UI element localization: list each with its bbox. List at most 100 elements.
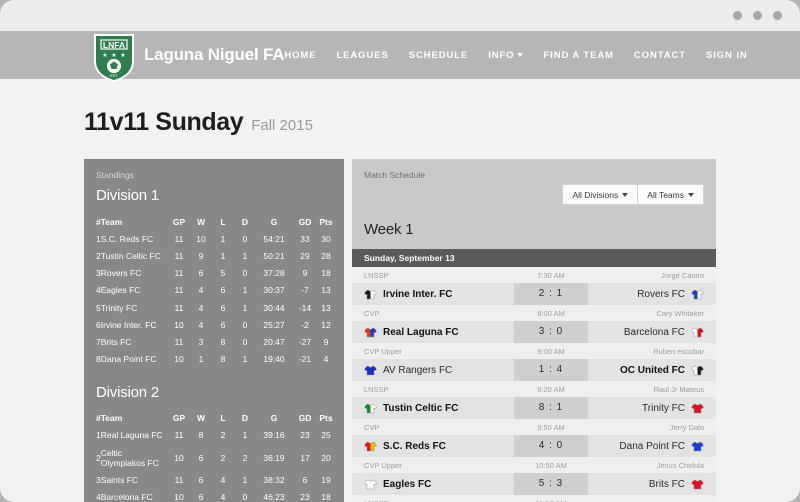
standings-col-header: #: [96, 216, 101, 227]
standings-table: # Team GP W L D G GD Pts 1 S.C. Reds FC 11 10 1 0 54:21…: [84, 213, 344, 368]
standings-col-header: L: [220, 413, 226, 424]
window-dot-2[interactable]: [753, 11, 762, 20]
table-row[interactable]: 4 Eagles FC 11 4 6 1 30:37 -7 13: [84, 282, 344, 299]
home-team[interactable]: Irvine Inter. FC: [364, 289, 514, 300]
table-cell: 1: [96, 233, 101, 244]
table-row[interactable]: 1 S.C. Reds FC 11 10 1 0 54:21 33 30: [84, 230, 344, 247]
table-row[interactable]: 3 Saints FC 11 6 4 1 38:32 6 19: [84, 471, 344, 488]
window-dot-1[interactable]: [733, 11, 742, 20]
table-row[interactable]: 3 Rovers FC 11 6 5 0 37:28 9 18: [84, 265, 344, 282]
table-cell: 5: [220, 268, 226, 279]
table-cell: 2: [220, 430, 226, 441]
home-jersey-icon: [364, 441, 377, 451]
svg-text:★: ★: [111, 52, 116, 59]
table-cell: 11: [174, 285, 184, 296]
nav-label: SIGN IN: [705, 49, 748, 61]
table-cell: Brits FC: [100, 336, 132, 347]
away-team[interactable]: Trinity FC: [588, 403, 704, 414]
away-jersey-icon: [691, 327, 704, 337]
standings-col-header: Pts: [319, 216, 333, 227]
table-cell: 4: [323, 354, 329, 365]
home-jersey-icon: [364, 365, 377, 375]
table-cell: 38:32: [263, 474, 285, 485]
table-cell: 0: [242, 336, 248, 347]
table-cell: 36:19: [263, 452, 285, 463]
standings-col-header: GD: [298, 216, 312, 227]
nav-item-sign-in[interactable]: SIGN IN: [706, 50, 748, 61]
match-row[interactable]: Real Laguna FC 3 : 0 Barcelona FC: [352, 321, 716, 343]
nav-item-home[interactable]: HOME: [284, 50, 316, 61]
table-cell: 23: [300, 430, 310, 441]
table-row[interactable]: 2 Tustin Celtic FC 11 9 1 1 50:21 29 28: [84, 247, 344, 264]
table-row[interactable]: 4 Barcelona FC 10 6 4 0 46:23 23 18: [84, 488, 344, 502]
table-cell: 3: [198, 336, 204, 347]
standings-col-header: GD: [298, 413, 312, 424]
table-cell: Eagles FC: [100, 285, 141, 296]
away-team[interactable]: Brits FC: [588, 479, 704, 490]
match-referee: Ruben escobar: [653, 346, 704, 356]
home-team[interactable]: S.C. Reds FC: [364, 441, 514, 452]
away-team[interactable]: Dana Point FC: [588, 441, 704, 452]
away-team[interactable]: OC United FC: [588, 365, 704, 376]
match-meta-row: LNSSP11:10 AM: [352, 495, 716, 502]
away-team[interactable]: Barcelona FC: [588, 327, 704, 338]
nav-item-schedule[interactable]: SCHEDULE: [409, 50, 468, 61]
standings-divisions: Division 1 # Team GP W L D G GD Pts 1 S.C. Reds FC 1…: [84, 187, 344, 502]
main-nav: HOME LEAGUES SCHEDULE INFO FIND A TEAM C…: [284, 50, 747, 61]
match-time: 9:50 AM: [537, 422, 565, 432]
schedule-panel-label: Match Schedule: [364, 170, 425, 180]
lnfa-shield-logo-icon[interactable]: LNFA ★ ★ ★ EST: [92, 31, 136, 83]
nav-item-leagues[interactable]: LEAGUES: [336, 50, 388, 61]
away-team[interactable]: Rovers FC: [588, 289, 704, 300]
match-row[interactable]: Eagles FC 5 : 3 Brits FC: [352, 473, 716, 495]
table-row[interactable]: 7 Brits FC 11 3 8 0 20:47 -27 9: [84, 333, 344, 350]
table-cell: 11: [174, 250, 184, 261]
table-cell: 4: [198, 302, 204, 313]
match-referee: Jesus Cholula: [656, 460, 704, 470]
page-viewport: LNFA ★ ★ ★ EST Laguna Niguel FA HOME LEA…: [0, 31, 800, 502]
match-venue: CVP: [364, 308, 380, 318]
table-cell: 20:47: [263, 336, 285, 347]
home-team[interactable]: Eagles FC: [364, 479, 514, 490]
match-row[interactable]: S.C. Reds FC 4 : 0 Dana Point FC: [352, 435, 716, 457]
filter-divisions-button[interactable]: All Divisions: [562, 184, 639, 205]
table-row[interactable]: 2 Celtic Olympiakos FC 10 6 2 2 36:19 17 20: [84, 444, 344, 471]
table-cell: 10: [174, 354, 184, 365]
match-row[interactable]: AV Rangers FC 1 : 4 OC United FC: [352, 359, 716, 381]
match-meta-row: CVP 8:00 AM Cary Whitaker: [352, 305, 716, 321]
table-cell: 1: [242, 285, 248, 296]
table-cell: 11: [174, 268, 184, 279]
table-row[interactable]: 1 Real Laguna FC 11 8 2 1 39:16 23 25: [84, 427, 344, 444]
standings-panel-label: Standings: [96, 170, 134, 180]
standings-col-header: G: [270, 413, 278, 424]
nav-item-info[interactable]: INFO: [488, 50, 524, 61]
table-cell: 54:21: [263, 233, 285, 244]
site-header: LNFA ★ ★ ★ EST Laguna Niguel FA HOME LEA…: [0, 31, 800, 82]
table-row[interactable]: 8 Dana Point FC 10 1 8 1 19:40 -21 4: [84, 351, 344, 368]
table-row[interactable]: 5 Trinity FC 11 4 6 1 30:44 -14 13: [84, 299, 344, 316]
nav-item-find-a-team[interactable]: FIND A TEAM: [543, 50, 613, 61]
table-cell: 11: [174, 233, 184, 244]
table-cell: 10: [174, 492, 184, 502]
table-cell: 6: [302, 474, 308, 485]
home-team[interactable]: Real Laguna FC: [364, 327, 514, 338]
match-row[interactable]: Tustin Celtic FC 8 : 1 Trinity FC: [352, 397, 716, 419]
table-cell: 4: [96, 492, 101, 502]
away-jersey-icon: [691, 479, 704, 489]
home-team-name: S.C. Reds FC: [383, 440, 446, 452]
filter-teams-button[interactable]: All Teams: [638, 184, 704, 205]
home-team[interactable]: Tustin Celtic FC: [364, 403, 514, 414]
match-list: LNSSP 7:30 AM Jorge Castro Irvine Inter. FC…: [352, 267, 716, 502]
table-row[interactable]: 6 Irvine Inter. FC 10 4 6 0 25:27 -2 12: [84, 316, 344, 333]
standings-col-header: #: [96, 413, 101, 424]
match-row[interactable]: Irvine Inter. FC 2 : 1 Rovers FC: [352, 283, 716, 305]
home-team[interactable]: AV Rangers FC: [364, 365, 514, 376]
match-venue: CVP Upper: [364, 460, 402, 470]
table-cell: -14: [298, 302, 312, 313]
brand-name[interactable]: Laguna Niguel FA: [144, 45, 285, 65]
table-cell: 13: [321, 285, 331, 296]
window-dot-3[interactable]: [773, 11, 782, 20]
nav-item-contact[interactable]: CONTACT: [634, 50, 686, 61]
away-team-name: OC United FC: [620, 364, 685, 376]
table-cell: 37:28: [263, 268, 285, 279]
